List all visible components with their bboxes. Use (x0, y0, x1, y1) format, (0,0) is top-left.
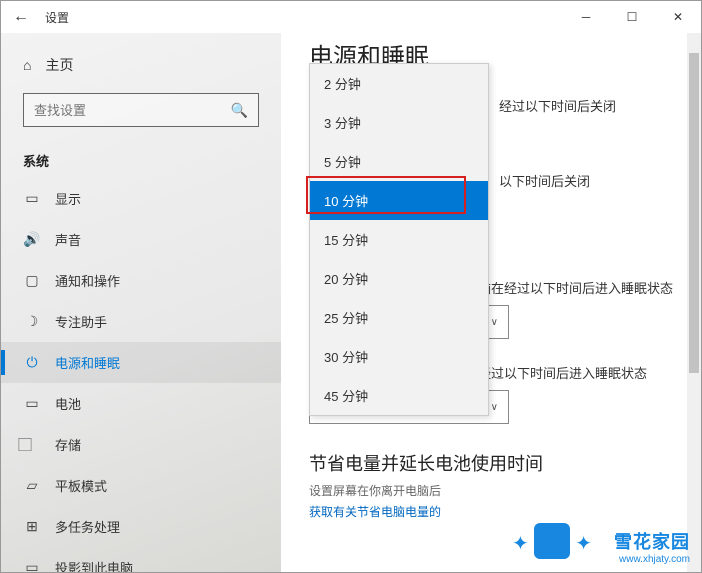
display-icon: ▭ (23, 190, 41, 208)
save-power-subtext: 设置屏幕在你离开电脑后 (309, 482, 701, 499)
notifications-icon: ▢ (23, 272, 41, 290)
dropdown-option[interactable]: 10 分钟 (310, 181, 488, 220)
search-wrap: 🔍 (1, 85, 281, 135)
minimize-button[interactable]: ─ (563, 1, 609, 33)
dropdown-option[interactable]: 45 分钟 (310, 376, 488, 415)
titlebar: ← 设置 ─ ☐ ✕ (1, 1, 701, 33)
sidebar-item-label: 通知和操作 (55, 271, 120, 290)
body: ⌂ 主页 🔍 系统 ▭ 显示 🔊 声音 ▢ 通知和操作 ☽ 专注助手 ⏻ 电源和睡眠 ▭ 电池⃞ 存储 ▱… (1, 33, 701, 572)
home-icon: ⌂ (23, 57, 31, 73)
save-power-link[interactable]: 获取有关节省电脑电量的 (309, 503, 701, 520)
sidebar-item-label: 声音 (55, 230, 81, 249)
sidebar-item-5[interactable]: ▭ 电池 (1, 383, 281, 424)
sidebar-item-4[interactable]: ⏻ 电源和睡眠 (1, 342, 281, 383)
dropdown-option[interactable]: 20 分钟 (310, 259, 488, 298)
battery-icon: ▭ (23, 395, 41, 413)
sidebar-item-6[interactable]: ⃞ 存储 (1, 424, 281, 465)
close-button[interactable]: ✕ (655, 1, 701, 33)
dropdown-option[interactable]: 5 分钟 (310, 142, 488, 181)
sidebar-item-label: 平板模式 (55, 476, 107, 495)
dropdown-option[interactable]: 30 分钟 (310, 337, 488, 376)
dropdown-option[interactable]: 15 分钟 (310, 220, 488, 259)
sidebar-item-label: 多任务处理 (55, 517, 120, 536)
settings-window: ← 设置 ─ ☐ ✕ ⌂ 主页 🔍 系统 ▭ 显示 🔊 声音 ▢ 通知和操作 ☽ 专注助手 ⏻ 电… (0, 0, 702, 573)
window-title: 设置 (45, 9, 69, 26)
category-label: 系统 (1, 135, 281, 178)
sidebar-item-3[interactable]: ☽ 专注助手 (1, 301, 281, 342)
sound-icon: 🔊 (23, 231, 41, 249)
home-label: 主页 (45, 55, 73, 75)
sidebar-item-9[interactable]: ▭ 投影到此电脑 (1, 547, 281, 572)
sidebar-item-label: 专注助手 (55, 312, 107, 331)
maximize-button[interactable]: ☐ (609, 1, 655, 33)
sidebar-item-1[interactable]: 🔊 声音 (1, 219, 281, 260)
scrollbar-thumb[interactable] (689, 53, 699, 373)
nav-list: ▭ 显示 🔊 声音 ▢ 通知和操作 ☽ 专注助手 ⏻ 电源和睡眠 ▭ 电池⃞ 存储 ▱ 平板模式 ⊞ 多任务处理… (1, 178, 281, 572)
storage-icon: ⃞ (23, 436, 41, 454)
sidebar-item-8[interactable]: ⊞ 多任务处理 (1, 506, 281, 547)
chevron-down-icon: ∨ (491, 402, 498, 413)
main-panel: 电源和睡眠 2 分钟3 分钟5 分钟10 分钟15 分钟20 分钟25 分钟30… (281, 33, 701, 572)
window-controls: ─ ☐ ✕ (563, 1, 701, 33)
sidebar-item-label: 电池 (55, 394, 81, 413)
sidebar-item-label: 存储 (55, 435, 81, 454)
sidebar-item-label: 显示 (55, 189, 81, 208)
screen-off-dropdown[interactable]: 2 分钟3 分钟5 分钟10 分钟15 分钟20 分钟25 分钟30 分钟45 … (309, 63, 489, 416)
titlebar-left: ← 设置 (13, 8, 69, 26)
sidebar-item-2[interactable]: ▢ 通知和操作 (1, 260, 281, 301)
projecting-icon: ▭ (23, 559, 41, 573)
dropdown-option[interactable]: 2 分钟 (310, 64, 488, 103)
search-icon: 🔍 (231, 102, 248, 119)
focus-assist-icon: ☽ (23, 313, 41, 331)
sidebar-item-7[interactable]: ▱ 平板模式 (1, 465, 281, 506)
sidebar-home[interactable]: ⌂ 主页 (1, 45, 281, 85)
sidebar: ⌂ 主页 🔍 系统 ▭ 显示 🔊 声音 ▢ 通知和操作 ☽ 专注助手 ⏻ 电源和睡眠 ▭ 电池⃞ 存储 ▱… (1, 33, 281, 572)
back-button[interactable]: ← (13, 8, 29, 26)
search-input[interactable] (34, 103, 231, 118)
power-sleep-icon: ⏻ (23, 354, 41, 372)
multitasking-icon: ⊞ (23, 518, 41, 536)
chevron-down-icon: ∨ (491, 317, 498, 328)
dropdown-option[interactable]: 3 分钟 (310, 103, 488, 142)
search-box[interactable]: 🔍 (23, 93, 259, 127)
scrollbar-vertical[interactable] (687, 33, 701, 572)
sidebar-item-label: 投影到此电脑 (55, 558, 133, 572)
dropdown-option[interactable]: 25 分钟 (310, 298, 488, 337)
tablet-mode-icon: ▱ (23, 477, 41, 495)
sidebar-item-label: 电源和睡眠 (55, 353, 120, 372)
sidebar-item-0[interactable]: ▭ 显示 (1, 178, 281, 219)
save-power-heading: 节省电量并延长电池使用时间 (309, 450, 701, 476)
